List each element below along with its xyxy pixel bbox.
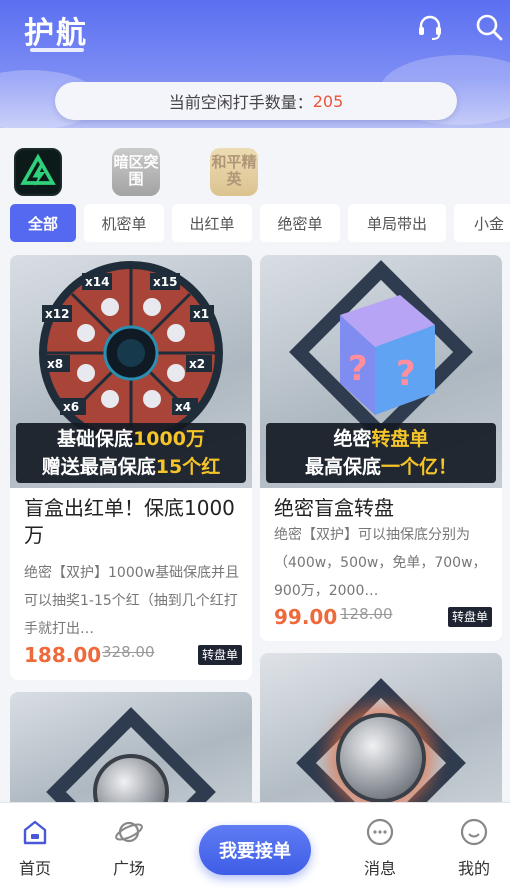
game-selector: 暗区突围 和平精英: [0, 148, 510, 198]
headset-icon[interactable]: [415, 12, 445, 42]
tab-mine-label: 我的: [457, 859, 490, 878]
banner-highlight: 1000万: [133, 428, 205, 450]
accept-order-button[interactable]: 我要接单: [199, 825, 311, 875]
svg-text:?: ?: [396, 354, 416, 394]
idle-count: 205: [312, 91, 344, 111]
game-icon-2-text: 暗区突围: [113, 153, 159, 188]
wheel-label: x15: [153, 275, 177, 289]
card-image: x14 x15 x12 x1 x8 x2 x6 x4 基础保底1000万 赠送最…: [10, 255, 252, 488]
tab-messages-label: 消息: [363, 859, 396, 878]
game-icon-2[interactable]: 暗区突围: [112, 148, 160, 196]
tab-all[interactable]: 全部: [10, 204, 76, 242]
wheel-label: x14: [85, 275, 109, 289]
title-underline: [30, 48, 84, 52]
wheel-label: x8: [47, 357, 63, 371]
card-image: [260, 653, 502, 813]
banner-highlight: 一个亿！: [381, 456, 458, 478]
card-original-price: 328.00: [102, 643, 155, 661]
tab-home[interactable]: 首页: [5, 817, 65, 879]
card-title: 绝密盲盒转盘: [274, 496, 394, 520]
coin-image: [336, 713, 426, 803]
home-icon: [20, 817, 50, 847]
wheel-label: x4: [175, 400, 191, 414]
game-icon-3[interactable]: 和平精英: [210, 148, 258, 196]
svg-text:?: ?: [348, 349, 368, 389]
card-price: 99.00: [274, 605, 338, 629]
card-tag: 转盘单: [197, 645, 242, 665]
card-title: 盲盒出红单！保底1000万: [24, 496, 235, 547]
tab-gold[interactable]: 小金: [454, 204, 510, 242]
card-image: [10, 692, 252, 812]
card-image: ? ? 绝密转盘单 最高保底一个亿！: [260, 255, 502, 488]
tab-classified[interactable]: 机密单: [84, 204, 164, 242]
product-card-3[interactable]: [10, 692, 252, 812]
card-original-price: 128.00: [340, 605, 393, 623]
banner-text: 基础保底: [57, 428, 134, 450]
tab-top-secret[interactable]: 绝密单: [260, 204, 340, 242]
product-card-2[interactable]: ? ? 绝密转盘单 最高保底一个亿！ 绝密盲盒转盘 绝密【双护】可以抽保底分别为…: [260, 255, 502, 641]
search-icon[interactable]: [474, 12, 504, 42]
wheel-label: x1: [193, 307, 209, 321]
game-icon-1[interactable]: [14, 148, 62, 196]
bottom-tab-bar: 首页 广场 我要接单 消息 我的: [0, 802, 510, 896]
product-card-4[interactable]: [260, 653, 502, 813]
tab-home-label: 首页: [18, 859, 51, 878]
tab-plaza[interactable]: 广场: [99, 817, 159, 879]
tab-red-drop[interactable]: 出红单: [172, 204, 252, 242]
wheel-label: x12: [45, 307, 69, 321]
planet-icon: [114, 817, 144, 847]
card-description: 绝密【双护】可以抽保底分别为（400w，500w，免单，700w，900万，20…: [274, 527, 487, 599]
tab-single-run[interactable]: 单局带出: [348, 204, 446, 242]
triangle-logo-icon: [20, 153, 56, 187]
idle-workers-bar: 当前空闲打手数量： 205: [55, 82, 457, 120]
smile-icon: [459, 817, 489, 847]
banner-text: 绝密: [333, 428, 372, 450]
idle-label: 当前空闲打手数量：: [168, 93, 313, 112]
card-banner: 绝密转盘单 最高保底一个亿！: [266, 423, 496, 483]
page-title: 护航: [24, 16, 88, 51]
chat-icon: [365, 817, 395, 847]
category-tabs: 全部 机密单 出红单 绝密单 单局带出 小金: [10, 204, 510, 244]
tab-plaza-label: 广场: [112, 859, 145, 878]
wheel-label: x6: [63, 400, 79, 414]
banner-highlight: 转盘单: [371, 428, 429, 450]
wheel-label: x2: [189, 357, 205, 371]
game-icon-3-text: 和平精英: [211, 153, 257, 188]
product-card-1[interactable]: x14 x15 x12 x1 x8 x2 x6 x4 基础保底1000万 赠送最…: [10, 255, 252, 680]
card-banner: 基础保底1000万 赠送最高保底15个红: [16, 423, 246, 483]
banner-text: 赠送最高保底: [41, 456, 156, 478]
tab-messages[interactable]: 消息: [350, 817, 410, 879]
banner-highlight: 15个红: [155, 456, 221, 478]
card-price: 188.00: [24, 643, 102, 667]
tab-mine[interactable]: 我的: [444, 817, 504, 879]
card-tag: 转盘单: [447, 607, 492, 627]
banner-text: 最高保底: [304, 456, 381, 478]
card-description: 绝密【双护】1000w基础保底并且可以抽奖1-15个红（抽到几个红打手就打出…: [24, 565, 240, 637]
